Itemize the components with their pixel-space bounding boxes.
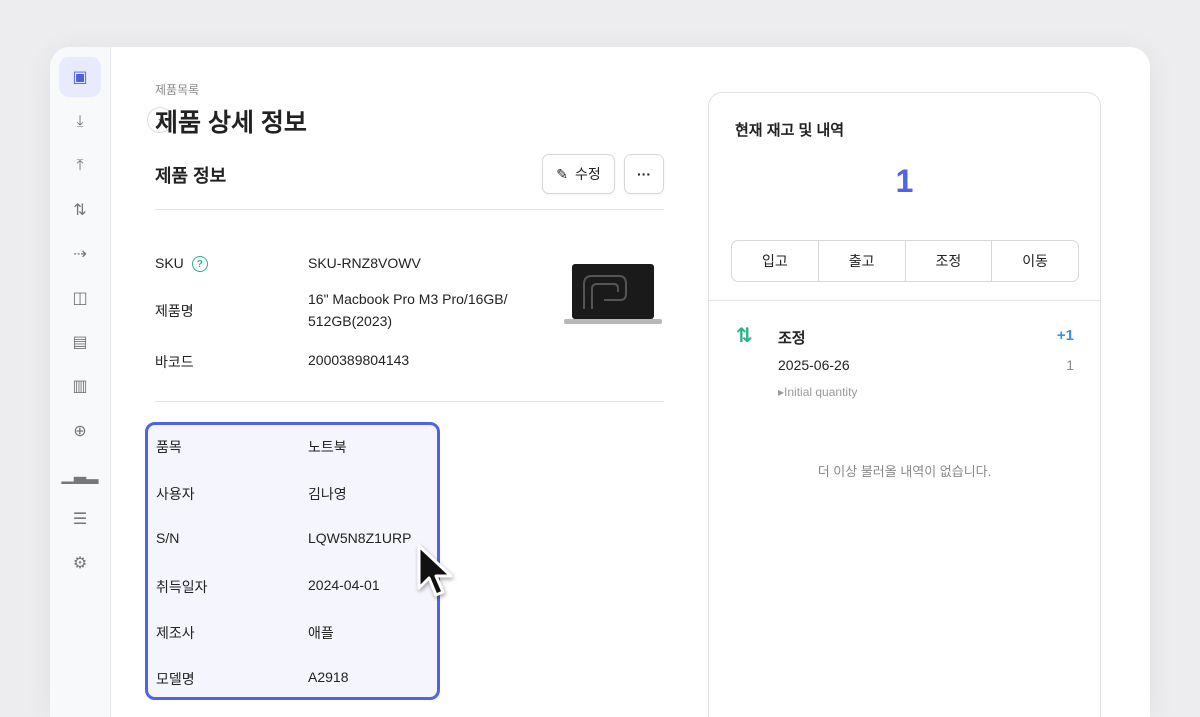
breadcrumb[interactable]: 제품목록 — [155, 81, 199, 98]
attr-value: 2024-04-01 — [308, 577, 380, 593]
attr-value: 김나영 — [308, 484, 347, 504]
adjust-arrows-icon: ⇅ — [736, 323, 753, 348]
history-note: ▸Initial quantity — [778, 385, 857, 399]
product-name-value: 16" Macbook Pro M3 Pro/16GB/512GB(2023) — [308, 288, 508, 332]
history-type: 조정 — [778, 327, 806, 348]
attr-label: 품목 — [156, 437, 182, 457]
section-title: 제품 정보 — [155, 162, 226, 188]
page-title: 제품 상세 정보 — [155, 103, 307, 139]
app-window: ▣ ⤓ ⤒ ⇅ ⇢ ◫ ▤ ▥ ⊕ ▁▃▂ ☰ ⚙ › 제품목록 제품 상세 정… — [50, 47, 1150, 717]
info-label: 바코드 — [155, 352, 194, 372]
barcode-value: 2000389804143 — [308, 349, 409, 371]
sku-value: SKU-RNZ8VOWV — [308, 252, 421, 274]
stock-quantity: 1 — [709, 163, 1100, 200]
product-box-icon[interactable]: ▣ — [59, 57, 101, 97]
history-balance: 1 — [1066, 357, 1074, 373]
add-icon[interactable]: ⊕ — [59, 411, 101, 451]
outbound-button[interactable]: 출고 — [819, 241, 906, 281]
end-message: 더 이상 불러올 내역이 없습니다. — [709, 461, 1100, 480]
product-image — [564, 264, 662, 326]
report-icon[interactable]: ◫ — [59, 278, 101, 318]
database-icon[interactable]: ☰ — [59, 499, 101, 539]
document-icon[interactable]: ▤ — [59, 322, 101, 362]
attr-label: 제조사 — [156, 623, 195, 643]
move-icon[interactable]: ⇢ — [59, 234, 101, 274]
attr-label: S/N — [156, 530, 179, 546]
history-change: +1 — [1057, 327, 1074, 344]
more-button[interactable]: ··· — [624, 154, 664, 194]
attributes-highlight-box: 품목 노트북 사용자 김나영 S/N LQW5N8Z1URP 취득일자 2024-04-… — [145, 422, 440, 700]
attr-value: 노트북 — [308, 437, 347, 457]
move-button[interactable]: 이동 — [992, 241, 1078, 281]
attr-value: LQW5N8Z1URP — [308, 530, 411, 546]
attr-label: 모델명 — [156, 669, 195, 689]
edit-button[interactable]: ✎ 수정 — [542, 154, 615, 194]
barcode-icon[interactable]: ▥ — [59, 366, 101, 406]
adjust-button[interactable]: 조정 — [906, 241, 993, 281]
help-icon[interactable]: ? — [192, 256, 208, 272]
info-label: SKU? — [155, 255, 208, 272]
stock-action-group: 입고 출고 조정 이동 — [731, 240, 1079, 282]
info-label: 제품명 — [155, 301, 194, 321]
sidebar: ▣ ⤓ ⤒ ⇅ ⇢ ◫ ▤ ▥ ⊕ ▁▃▂ ☰ ⚙ — [50, 47, 111, 717]
stock-panel: 현재 재고 및 내역 1 입고 출고 조정 이동 ⇅ 조정 +1 2025-06… — [708, 92, 1101, 717]
attr-value: A2918 — [308, 669, 348, 685]
mouse-cursor-icon — [414, 543, 458, 601]
divider — [709, 300, 1100, 301]
attr-label: 사용자 — [156, 484, 195, 504]
stock-title: 현재 재고 및 내역 — [735, 119, 844, 140]
inbound-button[interactable]: 입고 — [732, 241, 819, 281]
divider — [155, 209, 664, 210]
adjust-icon[interactable]: ⇅ — [59, 190, 101, 230]
inbound-icon[interactable]: ⤓ — [59, 102, 101, 142]
history-date: 2025-06-26 — [778, 357, 850, 373]
divider — [155, 401, 664, 402]
edit-label: 수정 — [575, 164, 601, 184]
settings-icon[interactable]: ⚙ — [59, 543, 101, 583]
attr-label: 취득일자 — [156, 577, 208, 597]
attr-value: 애플 — [308, 623, 334, 643]
chart-icon[interactable]: ▁▃▂ — [59, 455, 101, 495]
pencil-icon: ✎ — [556, 166, 568, 183]
outbound-icon[interactable]: ⤒ — [59, 146, 101, 186]
